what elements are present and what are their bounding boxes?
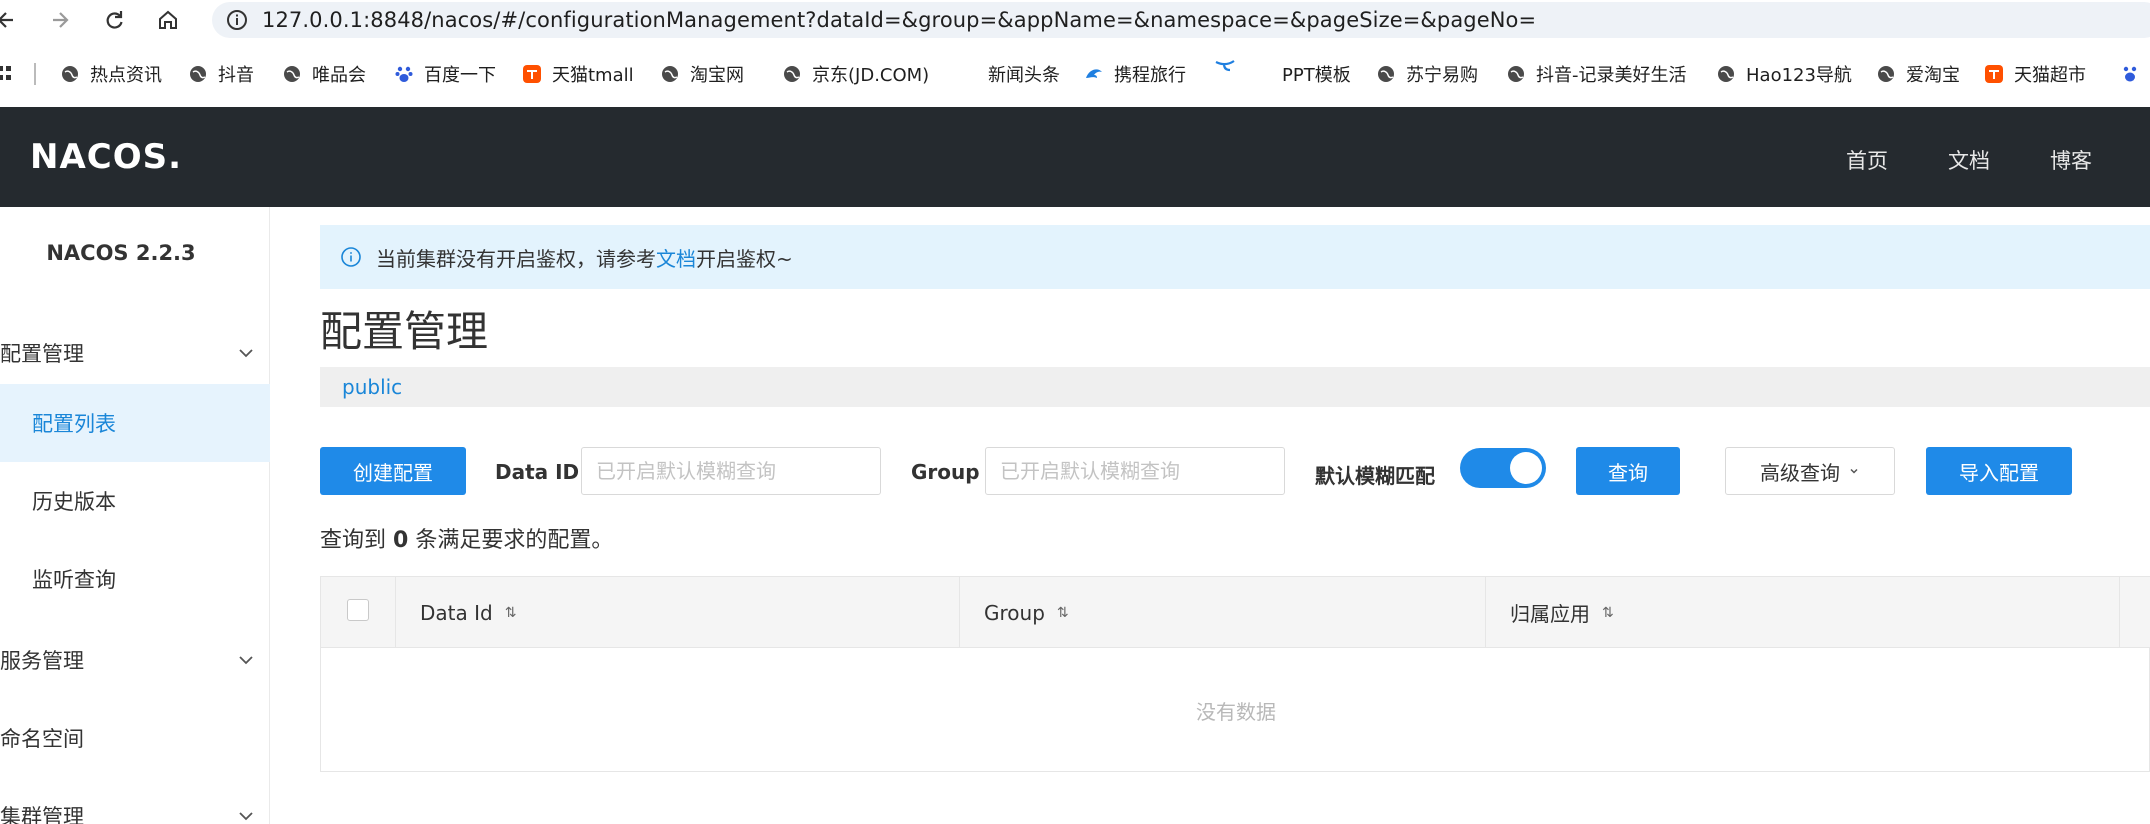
advanced-query-button[interactable]: 高级查询 [1725,447,1895,495]
chevron-down-icon [239,349,253,358]
home-icon[interactable] [154,6,182,34]
import-config-button[interactable]: 导入配置 [1926,447,2072,495]
column-app[interactable]: 归属应用 ⇅ [1485,577,2119,648]
bookmark-item[interactable]: 抖音-记录美好生活 [1506,56,1687,92]
nav-link-docs[interactable]: 文档 [1948,145,1990,175]
select-all-checkbox[interactable] [347,599,369,621]
url-field[interactable]: 127.0.0.1:8848/nacos/#/configurationMana… [212,2,2150,38]
bookmark-item[interactable]: 天猫tmall [522,56,634,92]
query-button[interactable]: 查询 [1576,447,1680,495]
auth-notice: 当前集群没有开启鉴权，请参考 文档 开启鉴权~ [320,225,2150,289]
bookmark-item[interactable]: Hao123导航 [1716,56,1852,92]
nav-link-home[interactable]: 首页 [1846,145,1888,175]
data-id-label: Data ID [495,460,580,484]
result-summary: 查询到 0 条满足要求的配置。 [320,528,614,553]
bookmarks-bar: 热点资讯 抖音 唯品会 百度一下 天猫tmall 淘宝网 京东(JD.COM) … [0,56,2150,92]
globe-icon [660,64,680,84]
sort-icon[interactable]: ⇅ [1057,605,1069,621]
sidebar-section-config[interactable]: 配置管理 [0,328,270,378]
bookmark-item[interactable]: 热点资讯 [60,56,162,92]
data-id-input[interactable] [581,447,881,495]
sort-icon[interactable]: ⇅ [1602,605,1614,621]
globe-icon [60,64,80,84]
globe-icon [1876,64,1896,84]
notice-text-suffix: 开启鉴权~ [696,246,793,271]
globe-icon [782,64,802,84]
group-input[interactable] [985,447,1285,495]
table-header: Data Id ⇅ Group ⇅ 归属应用 ⇅ [321,577,2150,648]
sidebar-section-namespace[interactable]: 命名空间 [0,713,270,763]
sidebar: NACOS 2.2.3 配置管理 配置列表 历史版本 监听查询 服务管理 命名空… [0,207,270,824]
bookmark-item[interactable]: PPT模板 [1282,56,1351,92]
bookmark-item[interactable]: 苏宁易购 [1376,56,1478,92]
chevron-down-icon [239,812,253,821]
chevron-down-icon [239,656,253,665]
namespace-bar: public [320,367,2150,407]
globe-icon [188,64,208,84]
top-navigation: NACOS. 首页 文档 博客 [0,107,2150,207]
baidu-paw-icon [394,64,414,84]
back-arrow-icon[interactable] [0,6,20,34]
reload-icon[interactable] [100,6,128,34]
bookmark-item[interactable]: 抖音 [188,56,254,92]
column-group[interactable]: Group ⇅ [959,577,1485,648]
notice-docs-link[interactable]: 文档 [656,243,696,272]
bookmark-item[interactable]: 新闻头条 [988,56,1060,92]
baidu-paw-icon [2120,64,2140,84]
browser-address-bar: 127.0.0.1:8848/nacos/#/configurationMana… [0,0,2150,40]
bookmark-item[interactable]: 京东(JD.COM) [782,56,929,92]
toggle-knob [1510,452,1542,484]
result-count: 0 [393,528,409,553]
globe-icon [282,64,302,84]
bookmark-item[interactable]: 携程旅行 [1084,56,1186,92]
sidebar-section-service[interactable]: 服务管理 [0,635,270,685]
bookmark-item[interactable]: 唯品会 [282,56,366,92]
apps-grid-icon[interactable] [0,56,12,92]
bookmark-hook-icon[interactable] [1214,48,1236,84]
page-title: 配置管理 [320,307,489,356]
sidebar-section-cluster[interactable]: 集群管理 [0,791,270,824]
bookmark-item[interactable]: 百度一下 [394,56,496,92]
globe-icon [1506,64,1526,84]
tmall-icon [522,64,542,84]
config-table: Data Id ⇅ Group ⇅ 归属应用 ⇅ 没有数据 [320,576,2150,772]
group-label: Group [911,460,980,484]
sidebar-item-history[interactable]: 历史版本 [0,462,270,540]
nav-link-blog[interactable]: 博客 [2050,145,2092,175]
tmall-icon [1984,64,2004,84]
bookmark-overflow-icon[interactable] [2120,56,2150,92]
sort-icon[interactable]: ⇅ [505,605,517,621]
forward-arrow-icon[interactable] [46,6,74,34]
sidebar-title: NACOS 2.2.3 [46,241,196,265]
fuzzy-match-toggle[interactable] [1460,448,1546,488]
column-data-id[interactable]: Data Id ⇅ [395,577,959,648]
url-text: 127.0.0.1:8848/nacos/#/configurationMana… [262,8,1537,32]
globe-icon [1716,64,1736,84]
nacos-logo[interactable]: NACOS. [30,135,182,179]
bookmark-item[interactable]: 天猫超市 [1984,56,2086,92]
info-icon [341,247,361,267]
namespace-public[interactable]: public [342,375,402,399]
sidebar-item-config-list[interactable]: 配置列表 [0,384,270,462]
create-config-button[interactable]: 创建配置 [320,447,466,495]
chevron-down-icon [1850,468,1858,474]
site-info-icon[interactable] [226,9,248,31]
globe-icon [1376,64,1396,84]
bookmark-item[interactable]: 淘宝网 [660,56,744,92]
notice-text: 当前集群没有开启鉴权，请参考 [376,246,656,271]
sidebar-item-listener-query[interactable]: 监听查询 [0,540,270,618]
empty-state: 没有数据 [1196,699,1276,724]
bookmark-item[interactable]: 爱淘宝 [1876,56,1960,92]
ctrip-dolphin-icon [1084,64,1104,84]
bookmarks-divider [34,56,36,92]
column-overflow [2119,577,2150,648]
fuzzy-match-label: 默认模糊匹配 [1315,464,1435,488]
